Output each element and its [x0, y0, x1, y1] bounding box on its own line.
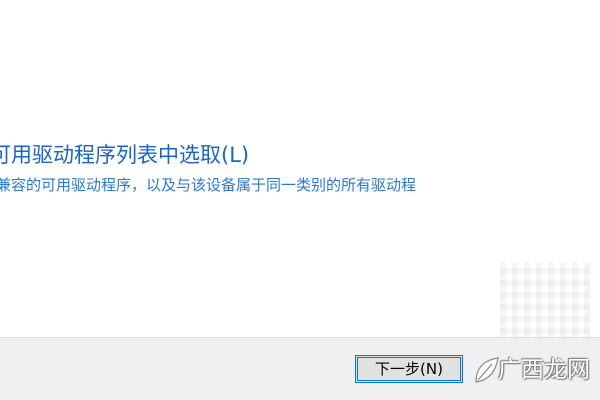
mosaic-noise	[500, 262, 590, 342]
pick-from-driver-list-description: 兼容的可用驱动程序，以及与该设备属于同一类别的所有驱动程	[0, 176, 417, 194]
watermark: 广西龙网	[470, 352, 600, 388]
watermark-text: 广西龙网	[498, 357, 590, 383]
next-button[interactable]: 下一步(N)	[355, 355, 463, 383]
pick-from-driver-list-link[interactable]: 可用驱动程序列表中选取(L)	[0, 141, 249, 169]
